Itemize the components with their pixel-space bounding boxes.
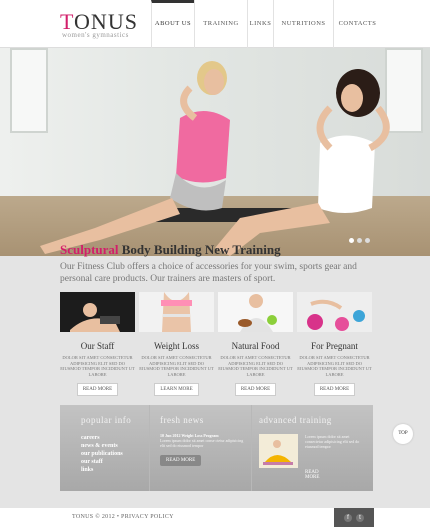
feature-title-rest: Body Building New Training	[118, 242, 281, 257]
link-news-events[interactable]: news & events	[81, 442, 131, 450]
advanced-training-text: Lorem ipsum dolor sit amet consectetur a…	[305, 434, 360, 449]
card-title: Natural Food	[231, 341, 280, 351]
nav-item-links[interactable]: Links	[247, 0, 273, 48]
woman-1-face	[204, 69, 224, 95]
footer: TONUS © 2012 • PRIVACY POLICY f t	[0, 508, 430, 527]
weight-loss-photo-illustration	[139, 292, 214, 332]
popular-info-title: popular info	[81, 415, 132, 425]
woman-1-arm	[180, 85, 198, 121]
main-nav: About us Training Links Nutritions Conta…	[151, 0, 381, 48]
card-weight-loss: Weight Loss Dolor sit amet consectetur a…	[139, 292, 214, 396]
link-careers[interactable]: careers	[81, 434, 131, 442]
advanced-training-photo	[259, 434, 298, 468]
feature-description: Our Fitness Club offers a choice of acce…	[60, 262, 357, 284]
footer-copyright[interactable]: TONUS © 2012 • PRIVACY POLICY	[72, 514, 174, 520]
news-body: Lorem ipsum dolor sit amet conse ctetur …	[160, 438, 244, 448]
card-natural-food: Natural Food Dolor sit amet consectetur …	[218, 292, 293, 396]
panel-divider	[251, 405, 252, 491]
logo-tagline: women's gymnastics	[62, 31, 129, 39]
news-read-more-button[interactable]: Read more	[160, 455, 202, 466]
pregnant-photo	[297, 292, 372, 332]
card-title: Our Staff	[80, 341, 115, 351]
card-title: For Pregnant	[311, 341, 358, 351]
woman-1-top	[176, 110, 230, 183]
link-our-staff[interactable]: our staff	[81, 458, 131, 466]
popular-info-column: popular info careers news & events our p…	[81, 415, 131, 474]
link-links[interactable]: links	[81, 466, 131, 474]
popular-links: careers news & events our publications o…	[81, 434, 131, 474]
weight-loss-photo	[139, 292, 214, 332]
social-links: f t	[334, 508, 374, 527]
woman-2-face	[341, 84, 363, 112]
service-cards: Our Staff Dolor sit amet consectetur adi…	[60, 292, 373, 396]
staff-photo-illustration	[60, 292, 135, 332]
card-title: Weight Loss	[153, 341, 200, 351]
advanced-training-photo-illustration	[259, 434, 298, 468]
nav-item-nutritions[interactable]: Nutritions	[273, 0, 333, 48]
link-publications[interactable]: our publications	[81, 450, 131, 458]
learn-more-button[interactable]: Learn more	[154, 383, 199, 396]
card-text: Dolor sit amet consectetur adipisicing e…	[297, 355, 372, 377]
panel-divider	[149, 405, 150, 491]
card-text: Dolor sit amet consectetur adipisicing e…	[60, 355, 135, 377]
nav-item-training[interactable]: Training	[194, 0, 247, 48]
feature-title: Sculptural Body Building New Training	[60, 242, 281, 258]
hero-photo-illustration	[40, 61, 390, 256]
staff-photo	[60, 292, 135, 332]
natural-food-photo-illustration	[218, 292, 293, 332]
woman-2-arm	[316, 105, 333, 151]
read-more-button[interactable]: Read more	[313, 383, 356, 396]
card-our-staff: Our Staff Dolor sit amet consectetur adi…	[60, 292, 135, 396]
info-panel: popular info careers news & events our p…	[60, 405, 373, 491]
hero-slider	[0, 48, 430, 256]
advanced-read-more-link[interactable]: Read more	[305, 470, 332, 480]
feature-title-highlight: Sculptural	[60, 242, 119, 257]
card-for-pregnant: For Pregnant Dolor sit amet consectetur …	[297, 292, 372, 396]
nav-item-contacts[interactable]: Contacts	[333, 0, 381, 48]
twitter-icon[interactable]: t	[356, 513, 364, 522]
read-more-button[interactable]: Read more	[234, 383, 277, 396]
pregnant-photo-illustration	[297, 292, 372, 332]
card-text: Dolor sit amet consectetur adipisicing e…	[139, 355, 214, 377]
natural-food-photo	[218, 292, 293, 332]
facebook-icon[interactable]: f	[344, 513, 352, 522]
fresh-news-column: fresh news 10 Jun 2012 Weight Loss Progr…	[160, 415, 244, 466]
nav-item-about-us[interactable]: About us	[151, 0, 194, 48]
advanced-training-title: advanced training	[259, 415, 332, 425]
fresh-news-title: fresh news	[160, 415, 204, 425]
feature-section: Sculptural Body Building New Training Ou…	[0, 230, 430, 290]
card-text: Dolor sit amet consectetur adipisicing e…	[218, 355, 293, 377]
advanced-training-column: advanced training Lorem ipsum dolor sit …	[259, 415, 359, 480]
header: TONUS women's gymnastics About us Traini…	[0, 0, 430, 48]
news-excerpt: 10 Jun 2012 Weight Loss Program Lorem ip…	[160, 433, 244, 448]
read-more-button[interactable]: Read more	[76, 383, 119, 396]
scroll-top-button[interactable]: TOP	[393, 424, 413, 444]
